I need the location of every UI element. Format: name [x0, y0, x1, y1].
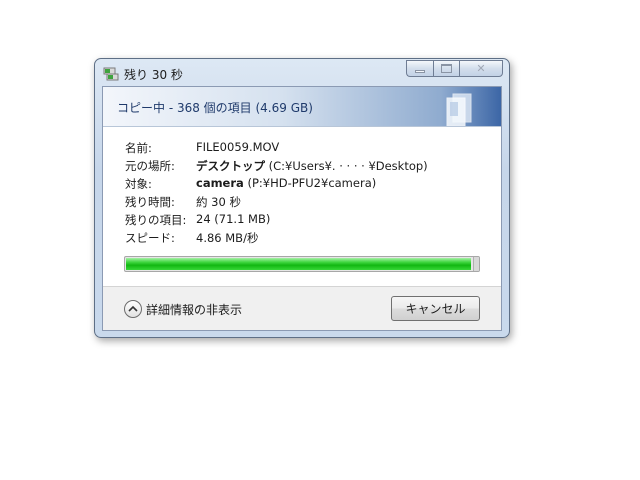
detail-label: スピード:: [125, 231, 175, 245]
progress-track-end: [473, 257, 479, 271]
file-copy-dialog: 残り 30 秒 ✕ コピー中 - 368 個の項目 (4.69 GB) 名前: …: [94, 58, 510, 338]
detail-label: 元の場所:: [125, 159, 175, 173]
detail-value: camera (P:¥HD-PFU2¥camera): [196, 176, 376, 190]
status-header: コピー中 - 368 個の項目 (4.69 GB): [103, 87, 501, 127]
copy-status-text: コピー中 - 368 個の項目 (4.69 GB): [117, 101, 313, 115]
dialog-footer: 詳細情報の非表示 キャンセル: [103, 286, 501, 330]
progress-fill: [126, 258, 471, 270]
document-pane-icon: [443, 90, 479, 126]
source-folder-link[interactable]: デスクトップ: [196, 159, 265, 173]
maximize-icon: [441, 64, 452, 73]
detail-value: FILE0059.MOV: [196, 140, 280, 154]
source-path: (C:¥Users¥. · · · · ¥Desktop): [265, 159, 428, 173]
copy-progress-bar: [124, 256, 480, 272]
dialog-content: コピー中 - 368 個の項目 (4.69 GB) 名前: FILE0059.M…: [102, 86, 502, 331]
detail-value: 24 (71.1 MB): [196, 212, 271, 226]
detail-value: 約 30 秒: [196, 195, 241, 209]
detail-value: デスクトップ (C:¥Users¥. · · · · ¥Desktop): [196, 158, 428, 174]
hide-details-label: 詳細情報の非表示: [146, 302, 243, 317]
detail-label: 名前:: [125, 141, 152, 155]
detail-label: 対象:: [125, 177, 152, 191]
target-path: (P:¥HD-PFU2¥camera): [243, 176, 377, 190]
caption-buttons: ✕: [406, 60, 503, 78]
chevron-up-icon: [124, 300, 142, 318]
close-button[interactable]: ✕: [459, 60, 503, 77]
minimize-button[interactable]: [406, 60, 433, 77]
copy-file-icon: [103, 66, 119, 81]
detail-value: 4.86 MB/秒: [196, 231, 259, 245]
maximize-button[interactable]: [433, 60, 459, 77]
minimize-icon: [415, 69, 425, 73]
detail-label: 残り時間:: [125, 195, 175, 209]
detail-label: 残りの項目:: [125, 213, 187, 227]
hide-details-toggle[interactable]: 詳細情報の非表示: [124, 300, 242, 318]
cancel-button[interactable]: キャンセル: [391, 296, 480, 321]
window-title: 残り 30 秒: [124, 68, 183, 82]
close-icon: ✕: [476, 62, 486, 75]
target-folder-link[interactable]: camera: [196, 176, 244, 190]
title-bar[interactable]: 残り 30 秒 ✕: [95, 59, 509, 87]
